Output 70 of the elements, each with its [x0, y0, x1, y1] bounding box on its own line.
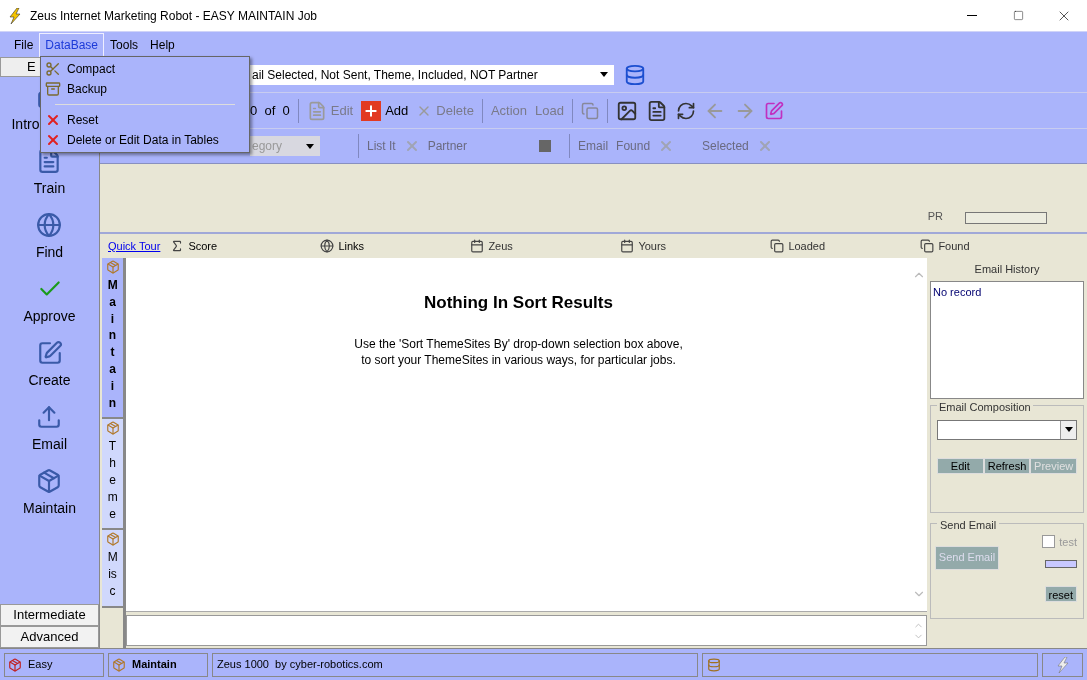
cross-icon	[45, 112, 61, 128]
filter-dropdown[interactable]: ail Selected, Not Sent, Theme, Included, NOT Partner	[250, 64, 614, 85]
box-icon	[105, 260, 120, 274]
tab[interactable]: Found	[938, 237, 970, 255]
vertical-tab[interactable]: Theme	[102, 419, 123, 531]
vertical-tab[interactable]: Maintain	[102, 258, 123, 420]
composition-dropdown[interactable]	[937, 419, 1077, 440]
sidebar-item[interactable]: Create	[28, 370, 71, 391]
box-icon[interactable]	[36, 468, 63, 494]
sidebar-tab[interactable]: Intermediate	[0, 604, 99, 626]
menu-item[interactable]: Help	[144, 32, 181, 57]
plus-icon[interactable]	[361, 100, 382, 121]
status-mode: Easy	[28, 657, 53, 673]
sidebar-item[interactable]: Approve	[23, 306, 76, 327]
sidebar-tab[interactable]: Advanced	[0, 626, 99, 648]
sidebar-item[interactable]: Intro	[11, 114, 40, 135]
square-icon[interactable]	[539, 140, 552, 152]
tab[interactable]: Zeus	[488, 237, 513, 255]
lightning-icon	[1055, 656, 1070, 673]
tab[interactable]: Loaded	[788, 237, 826, 255]
menu-item[interactable]: Tools	[104, 32, 145, 57]
database-icon	[707, 657, 721, 672]
record-counter: 0 of 0	[250, 101, 290, 120]
menu-entry[interactable]: Reset	[41, 110, 249, 130]
results-message: Use the 'Sort ThemeSites By' drop-down selection box above, to sort your ThemeSites in various ways, for particular jobs.	[354, 335, 683, 368]
test-checkbox[interactable]	[1042, 535, 1056, 549]
pr-label: PR	[927, 208, 943, 224]
composition-button[interactable]: Edit	[937, 457, 984, 474]
toolbar-button[interactable]: Add	[385, 100, 409, 121]
tab[interactable]: Links	[338, 237, 365, 255]
email-history-list: No record	[930, 280, 1084, 399]
window-title: Zeus Internet Marketing Robot - EASY MAINTAIN Job	[30, 7, 317, 25]
tab[interactable]: Score	[188, 237, 218, 255]
dropdown-arrow-icon[interactable]	[1064, 427, 1073, 432]
cross-icon	[45, 132, 61, 148]
status-info: Zeus 1000 by cyber-robotics.com	[217, 657, 383, 673]
pages-icon[interactable]	[770, 239, 785, 253]
sidebar-item[interactable]: Maintain	[23, 498, 76, 519]
menu-entry[interactable]: Backup	[41, 79, 249, 99]
tray-upload-icon[interactable]	[36, 404, 63, 430]
refresh-icon[interactable]	[675, 100, 696, 121]
test-label: test	[1059, 534, 1077, 550]
globe-icon[interactable]	[36, 212, 63, 238]
dropdown-arrow-icon[interactable]	[600, 72, 608, 77]
pencil-form-icon[interactable]	[763, 100, 784, 121]
pencil-form-icon[interactable]	[36, 340, 63, 366]
results-title: Nothing In Sort Results	[424, 292, 613, 314]
composition-button[interactable]: Refresh	[983, 457, 1031, 474]
box-icon	[112, 657, 126, 672]
box-icon	[105, 421, 120, 436]
quick-tour-link[interactable]: Quick Tour	[108, 237, 161, 255]
reset-button[interactable]: reset	[1044, 586, 1077, 602]
tab[interactable]: Yours	[638, 237, 667, 255]
calendar-icon[interactable]	[470, 239, 485, 253]
status-job: Maintain	[132, 657, 177, 673]
vertical-tab[interactable]: Misc	[102, 530, 123, 608]
globe-icon[interactable]	[320, 239, 335, 253]
calendar-icon[interactable]	[620, 239, 635, 253]
menu-entry[interactable]: Compact	[41, 59, 249, 79]
sidebar-item[interactable]: Email	[32, 434, 67, 455]
maximize-icon	[1012, 10, 1024, 21]
box-icon	[105, 532, 120, 547]
sidebar-item[interactable]: Train	[33, 178, 66, 199]
menu-entry[interactable]: Delete or Edit Data in Tables	[41, 130, 249, 150]
lightning-icon	[8, 7, 22, 24]
menu-item[interactable]: File	[8, 32, 40, 57]
minimize-icon	[967, 15, 977, 16]
pages-icon[interactable]	[920, 239, 935, 253]
sidebar-item[interactable]: Find	[35, 242, 64, 263]
email-history-title: Email History	[973, 262, 1041, 277]
